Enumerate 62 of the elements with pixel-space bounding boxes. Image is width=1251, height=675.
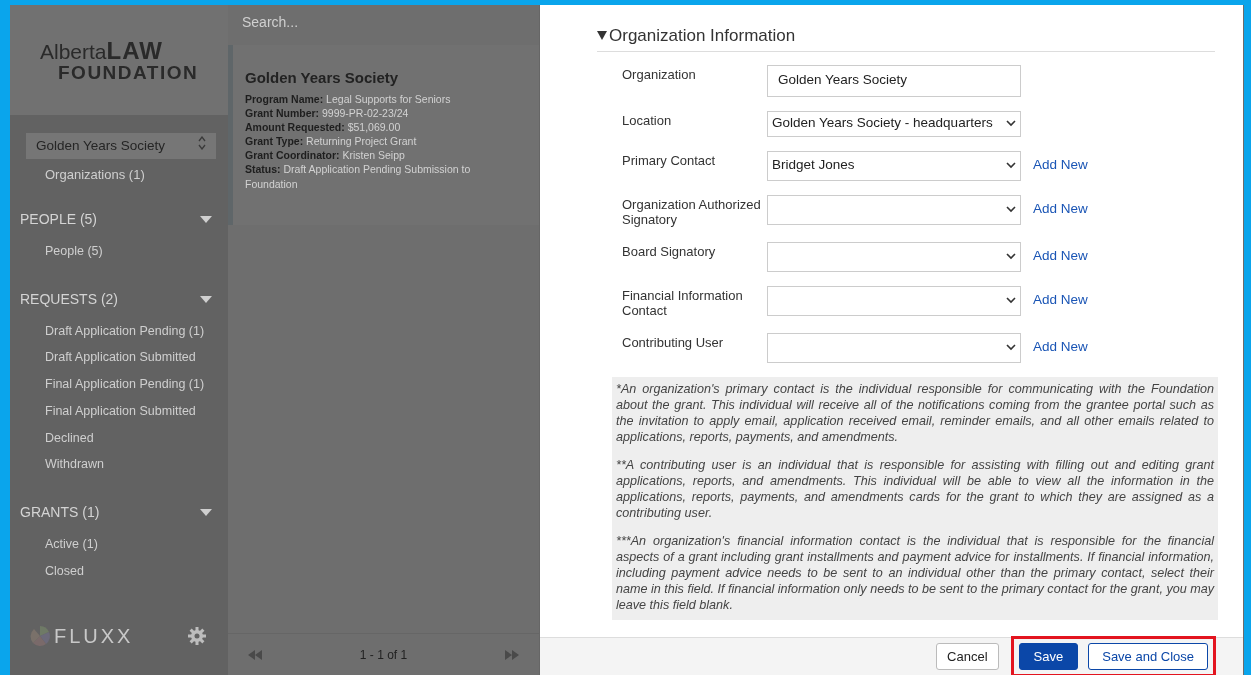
sidebar-item[interactable]: Draft Application Pending (1) (10, 317, 228, 345)
save-button[interactable]: Save and Close (1088, 642, 1208, 671)
caret-icon[interactable] (597, 31, 607, 41)
add-new-link[interactable]: Add New (1033, 154, 1088, 175)
add-new-link[interactable]: Add New (1033, 245, 1088, 266)
sort-icon (198, 136, 206, 150)
note-paragraph: *An organization's primary contact is the individual responsible for communicating with the Foundation about the grant. This individual will receive all of the notifications coming from the grantee portal such as the invitation to apply email, application received email, reminder emails, and all other emails related to applications, reports, payments, and amendments. (616, 380, 1214, 446)
add-new-link[interactable]: Add New (1033, 336, 1088, 358)
card-field: Amount Requested: $51,069.00 (245, 119, 525, 134)
brand-name: FLUXX (54, 624, 134, 649)
field-label: Financial Information Contact (622, 286, 744, 319)
select-field[interactable] (767, 194, 1021, 225)
settings-icon[interactable] (188, 627, 206, 645)
chevron-icon (1006, 162, 1016, 169)
field-label: Primary Contact (622, 151, 717, 169)
chevron-icon (1006, 253, 1016, 261)
previous-icon[interactable] (248, 649, 262, 660)
sidebar-item[interactable]: People (5) (10, 237, 228, 265)
text-field[interactable]: Golden Years Society (767, 64, 1021, 97)
chevron-icon (1006, 206, 1016, 213)
chevron-icon (1006, 120, 1016, 127)
select-field[interactable] (767, 241, 1021, 272)
note-paragraph: ***An organization's financial information contact is the individual that is responsible for the financial aspects of a grant including grant installments and payment advice for installments. If financial information, including payment advice needs to be sent to an individual other than the primary contact, select their name in this field. If financial information only needs to be sent to the primary contact for the grant, you may leave this field blank. (616, 532, 1214, 614)
chevron-icon (1006, 344, 1016, 352)
chevron-icon (1006, 297, 1016, 305)
sidebar-item[interactable]: Withdrawn (10, 451, 228, 478)
select-field[interactable]: Bridget Jones (767, 150, 1021, 181)
card-field: Grant Coordinator: Kristen Seipp (245, 148, 525, 163)
sidebar-item[interactable]: Draft Application Submitted (10, 344, 228, 371)
field-label: Board Signatory (622, 242, 717, 260)
sidebar-item[interactable]: Declined (10, 424, 228, 452)
select-field[interactable] (767, 285, 1021, 316)
section-header[interactable]: PEOPLE (5) (10, 208, 228, 230)
card-field: Grant Number: 9999-PR-02-23/24 (245, 105, 525, 120)
sidebar-item[interactable]: Active (1) (10, 531, 228, 558)
section-header[interactable]: GRANTS (1) (10, 502, 228, 523)
section-header[interactable]: REQUESTS (2) (10, 288, 228, 310)
logo: AlbertaLAW FOUNDATION (10, 5, 228, 115)
sidebar-item[interactable]: Closed (10, 557, 228, 585)
organization-select[interactable]: Golden Years Society (26, 133, 216, 160)
cancel-button[interactable]: Cancel (936, 642, 999, 671)
field-label: Organization Authorized Signatory (622, 195, 762, 228)
field-label: Location (622, 111, 673, 129)
add-new-link[interactable]: Add New (1033, 198, 1088, 219)
field-label: Organization (622, 65, 697, 83)
organizations-link[interactable]: Organizations (1) (10, 165, 228, 185)
card-field: Status: Draft Application Pending Submission to Foundation (245, 162, 525, 191)
page-count: 1 - 1 of 1 (359, 646, 408, 664)
section-title: Organization Information (609, 25, 796, 47)
card-field: Grant Type: Returning Project Grant (245, 134, 525, 149)
add-new-link[interactable]: Add New (1033, 289, 1088, 310)
logo-icon (30, 626, 50, 646)
select-field[interactable]: Golden Years Society - headquarters (767, 110, 1021, 137)
sidebar-item[interactable]: Final Application Pending (1) (10, 371, 228, 398)
save-button[interactable]: Save (1018, 642, 1079, 671)
note-paragraph: **A contributing user is an individual that is responsible for assisting with filling out and editing grant applications, reports, and amendments. This individual will be able to view all the information in the applications, reports, payments, and amendments cards for the grant to which they are assigned as a contributing user. (616, 456, 1214, 522)
card-title: Golden Years Society (245, 68, 400, 88)
card-field: Program Name: Legal Supports for Seniors (245, 91, 525, 106)
sidebar-item[interactable]: Final Application Submitted (10, 397, 228, 425)
field-label: Contributing User (622, 333, 725, 351)
next-icon[interactable] (505, 649, 519, 660)
select-field[interactable] (767, 332, 1021, 363)
